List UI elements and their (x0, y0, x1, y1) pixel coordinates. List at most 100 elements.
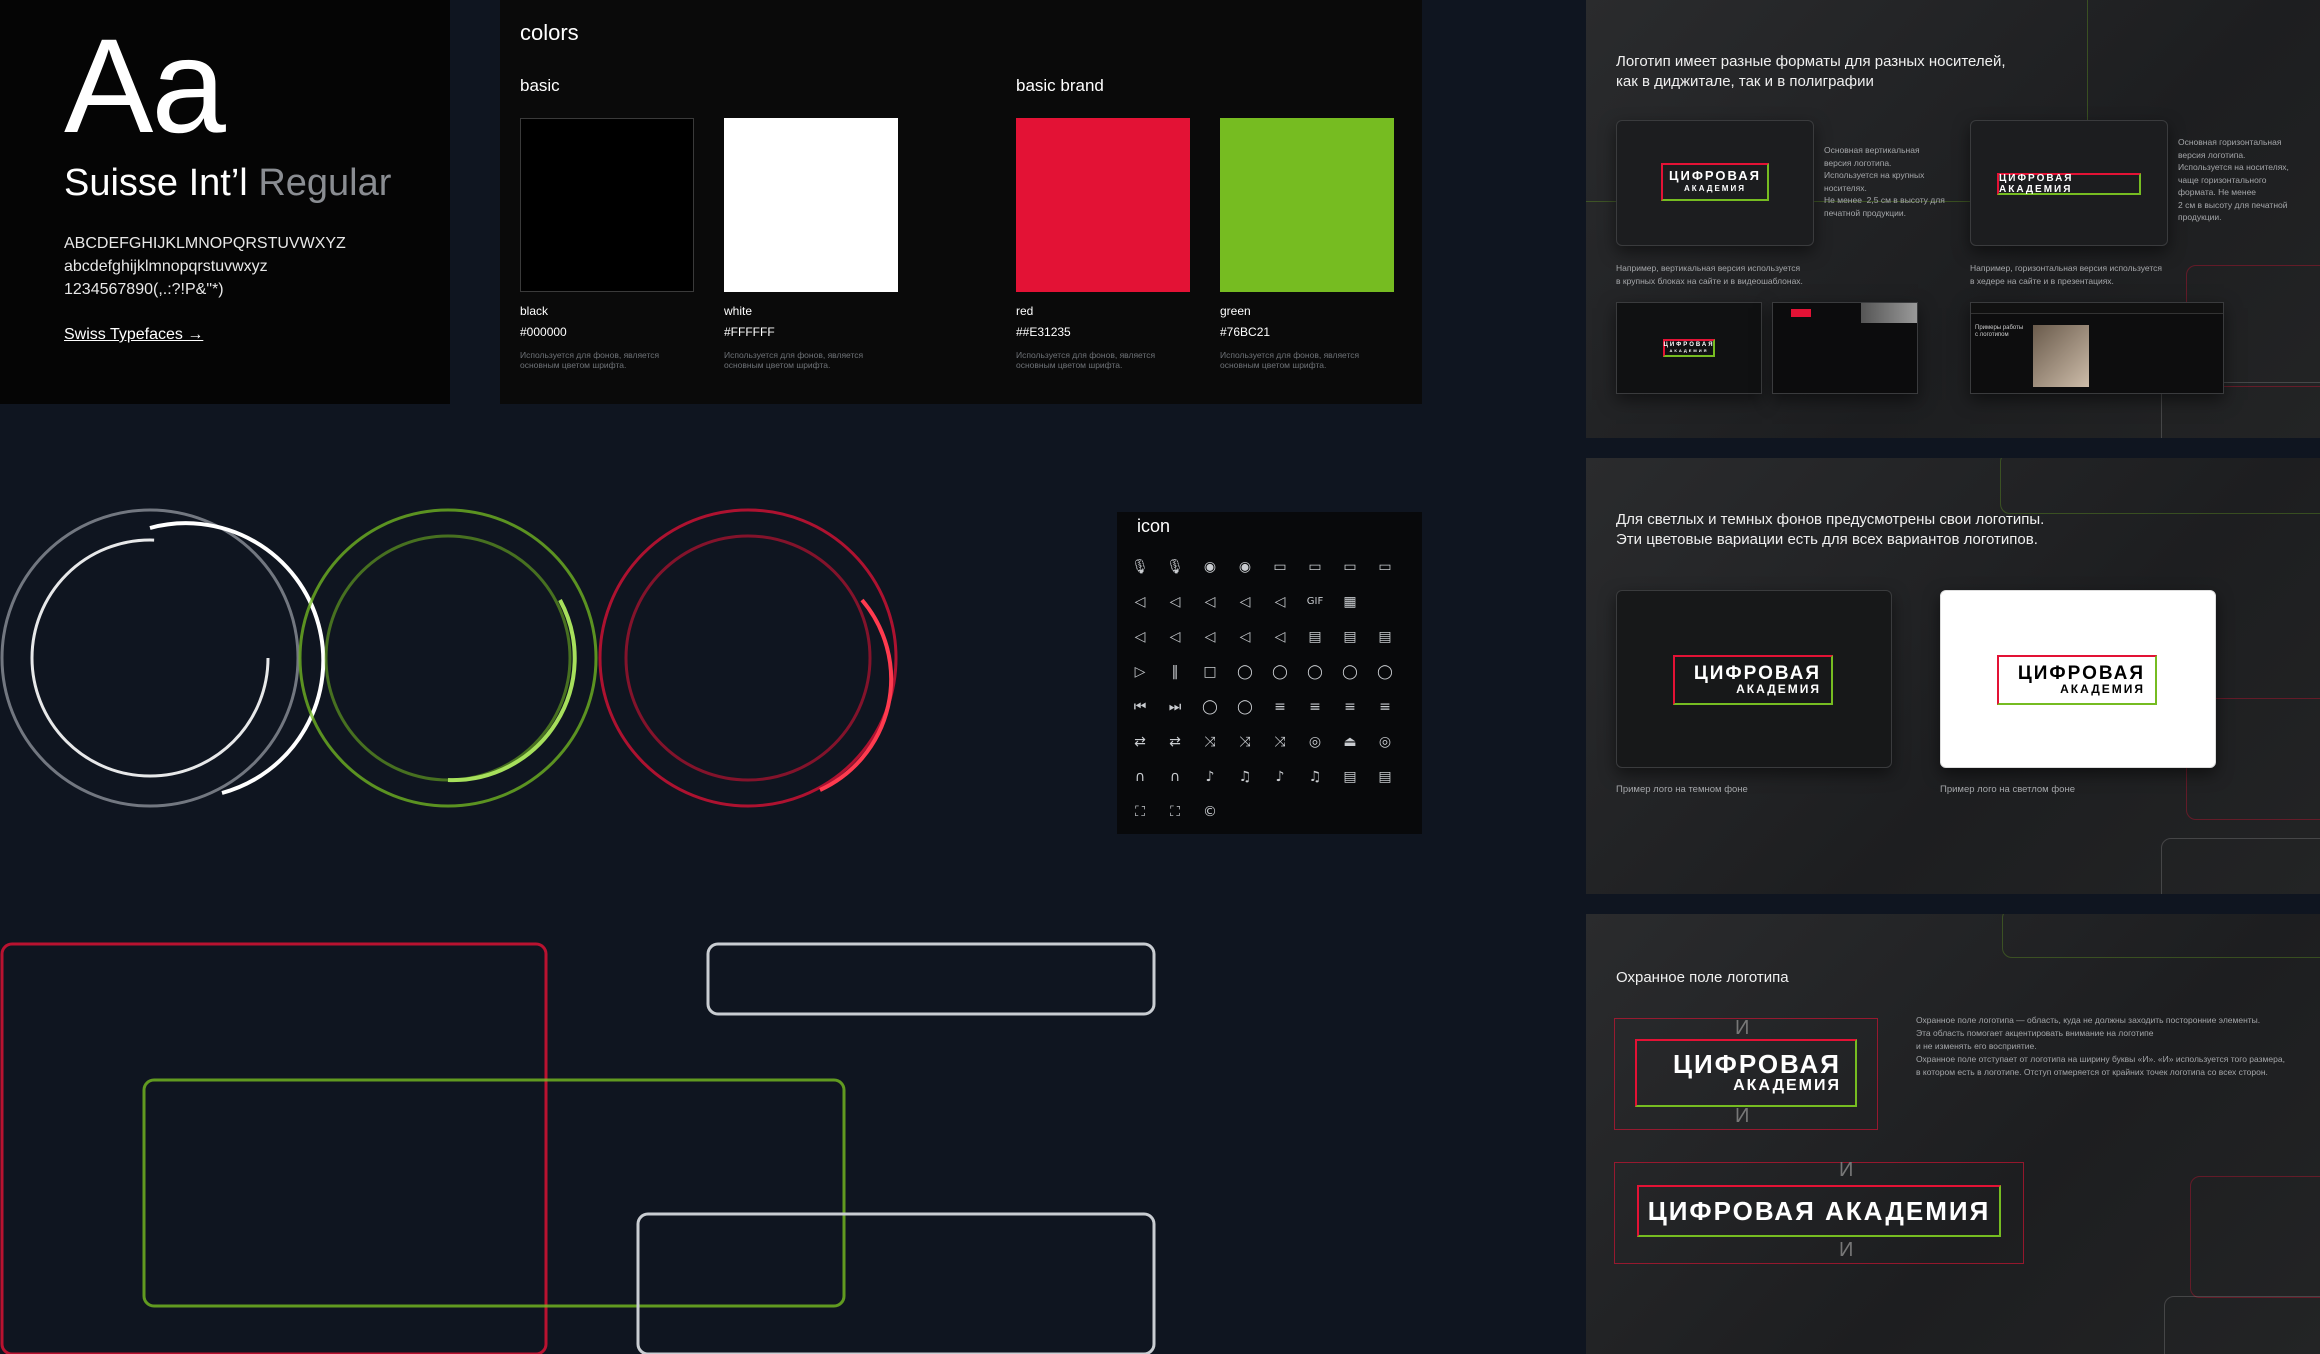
brand-group-label: basic brand (1016, 76, 1104, 95)
swatch-white (724, 118, 898, 292)
ring-decorations (0, 508, 898, 808)
skip-back-icon: ⏮ (1133, 699, 1147, 715)
caption-dark: Пример лого на темном фоне (1616, 784, 1748, 795)
deco-frame (2164, 1296, 2320, 1354)
thumb-text: Примеры работы с логотипом (1975, 325, 2024, 338)
basic-group-label: basic (520, 76, 560, 95)
white-frame-top (706, 942, 1156, 1016)
logo-word-2: АКАДЕМИЯ (1684, 184, 1746, 193)
screen-share-icon: ▭ (1378, 559, 1392, 575)
volume-low-icon: ◁ (1169, 594, 1181, 610)
pause-icon: ‖ (1171, 664, 1179, 680)
safe-zone-vertical-logo: ЦИФРОВАЯ АКАДЕМИЯ (1635, 1039, 1857, 1107)
logo-color-variants-panel: Для светлых и темных фонов предусмотрены… (1586, 458, 2320, 894)
vertical-example-text: Например, вертикальная версия использует… (1616, 263, 1803, 286)
character-set: ABCDEFGHIJKLMNOPQRSTUVWXYZ abcdefghijklmn… (64, 232, 346, 301)
red-ring-outer (598, 508, 898, 808)
safe-zone-marker: И (1839, 1159, 1854, 1181)
horizontal-logo: ЦИФРОВАЯ АКАДЕМИЯ (1997, 173, 2141, 195)
volume-x2-icon: ◁ (1274, 629, 1286, 645)
panel-title: Для светлых и темных фонов предусмотрены… (1616, 511, 2045, 548)
safe-zone-vertical: ЦИФРОВАЯ АКАДЕМИЯ И И (1614, 1017, 1878, 1130)
settings-sliders-icon: ≡ (1379, 699, 1391, 715)
horizontal-logo-desc: Основная горизонтальная версия логотипа.… (2178, 137, 2289, 222)
digits-symbols: 1234567890(,.:?!P&"*) (64, 281, 224, 298)
light-bg-tile: ЦИФРОВАЯ АКАДЕМИЯ (1940, 590, 2216, 768)
shuffle-cross-icon: ⤨ (1274, 734, 1286, 750)
thumb-red-block (1791, 309, 1811, 317)
swatch-hex: ##E31235 (1016, 325, 1071, 339)
gif-icon: GIF (1306, 596, 1324, 607)
icon-title: icon (1137, 516, 1171, 536)
horizontal-example-text: Например, горизонтальная версия использу… (1970, 263, 2163, 286)
swatch-name: red (1016, 304, 1034, 318)
shuffle-icon: ⤨ (1204, 734, 1216, 750)
swatch-name: white (724, 304, 753, 318)
logo-word-1: ЦИФРОВАЯ (1672, 1049, 1841, 1079)
logo-word-2: АКАДЕМИЯ (1736, 682, 1821, 696)
green-ring-outer (298, 508, 598, 808)
safe-zone-desc: Охранное поле логотипа — область, куда н… (1916, 1015, 2285, 1077)
font-weight-name: Regular (258, 162, 392, 204)
safe-zone-horizontal: ЦИФРОВАЯ АКАДЕМИЯ И И (1614, 1159, 2024, 1264)
uppercase-letters: ABCDEFGHIJKLMNOPQRSTUVWXYZ (64, 235, 346, 252)
volume-x-icon: ◁ (1274, 594, 1286, 610)
example-video-thumb: ЦИФРОВАЯ АКАДЕМИЯ (1616, 302, 1762, 394)
swatch-red (1016, 118, 1190, 292)
deco-frame (2161, 838, 2320, 894)
volume-icon: ◁ (1134, 594, 1146, 610)
vertical-logo-desc: Основная вертикальная версия логотипа. И… (1824, 145, 1945, 218)
eject-icon: ⏏ (1343, 734, 1357, 750)
swatch-hex: #76BC21 (1220, 325, 1271, 339)
rewind-icon: ◯ (1202, 699, 1218, 715)
subtitles-icon: ▤ (1308, 629, 1322, 645)
swatch-desc: Используется для фонов, является основны… (1220, 350, 1360, 370)
double-note-icon: ♫ (1308, 769, 1322, 785)
green-ring-arc (447, 599, 577, 783)
thumb-photo (1861, 303, 1917, 323)
logo-word-2: АКАДЕМИЯ (2060, 682, 2145, 696)
deco-frame (2190, 1176, 2320, 1298)
logo-formats-panel: Логотип имеет разные форматы для разных … (1586, 0, 2320, 438)
volume-off-icon: ◁ (1239, 594, 1251, 610)
lowercase-letters: abcdefghijklmnopqrstuvwxyz (64, 258, 268, 275)
swiss-typefaces-link[interactable]: Swiss Typefaces → (64, 326, 203, 344)
cast-icon: ▭ (1343, 559, 1357, 575)
forward-circle-icon: ◯ (1377, 664, 1393, 680)
exit-fullscreen-icon: ⛶ (1170, 804, 1180, 820)
sliders-icon: ≡ (1309, 699, 1321, 715)
volume-high-icon: ◁ (1134, 629, 1146, 645)
example-site-thumb: Примеры работы с логотипом (1970, 302, 2224, 394)
vertical-logo-tile: ЦИФРОВАЯ АКАДЕМИЯ (1616, 120, 1814, 246)
font-family-name: Suisse Int’l (64, 162, 248, 204)
font-sample: Aa (64, 12, 226, 161)
logo-safe-zone-panel: Охранное поле логотипа ЦИФРОВАЯ АКАДЕМИЯ… (1586, 914, 2320, 1354)
repeat-icon: ⇄ (1134, 734, 1146, 750)
red-frame (0, 942, 548, 1354)
typography-card: Aa Suisse Int’l Regular ABCDEFGHIJKLMNOP… (0, 0, 450, 404)
swatch-desc: Используется для фонов, является основны… (724, 350, 864, 370)
white-ring-inner (30, 538, 270, 778)
speaker-icon: ◁ (1204, 629, 1216, 645)
frame-decorations (0, 942, 1156, 1354)
video-icon: ▭ (1273, 559, 1287, 575)
deco-frame (2000, 458, 2320, 514)
repeat-one-icon: ⇄ (1169, 734, 1181, 750)
panel-title: Логотип имеет разные форматы для разных … (1616, 53, 2006, 90)
logo-word-1: ЦИФРОВАЯ (1693, 663, 1821, 684)
vertical-logo: ЦИФРОВАЯ АКАДЕМИЯ (1661, 163, 1769, 201)
deco-frame (2002, 914, 2320, 958)
note-icon: ♪ (1275, 769, 1285, 785)
icon-card: icon 🎙 🎙 ◉ ◉ ▭ ▭ ▭ ▭ ◁ ◁ ◁ ◁ ◁ GIF ▦ ◁ ◁ ◁ ◁ ◁ ▤ ▤ ▤ ▷ ‖ □ ◯ ◯ ◯ ◯ ◯ ⏮ ⏭… (1117, 512, 1422, 834)
example-slide-thumb (1772, 302, 1918, 394)
speed-icon: ◎ (1378, 734, 1392, 750)
record-icon: ◯ (1307, 664, 1323, 680)
swatch-name: black (520, 304, 549, 318)
dark-bg-tile: ЦИФРОВАЯ АКАДЕМИЯ (1616, 590, 1892, 768)
image-icon: ▦ (1343, 594, 1357, 610)
swatch-hex: #000000 (520, 325, 567, 339)
mini-logo: ЦИФРОВАЯ АКАДЕМИЯ (1663, 339, 1715, 357)
volume-medium-icon: ◁ (1169, 629, 1181, 645)
colors-title: colors (520, 20, 579, 45)
microphone-off-icon: 🎙 (1166, 559, 1184, 575)
